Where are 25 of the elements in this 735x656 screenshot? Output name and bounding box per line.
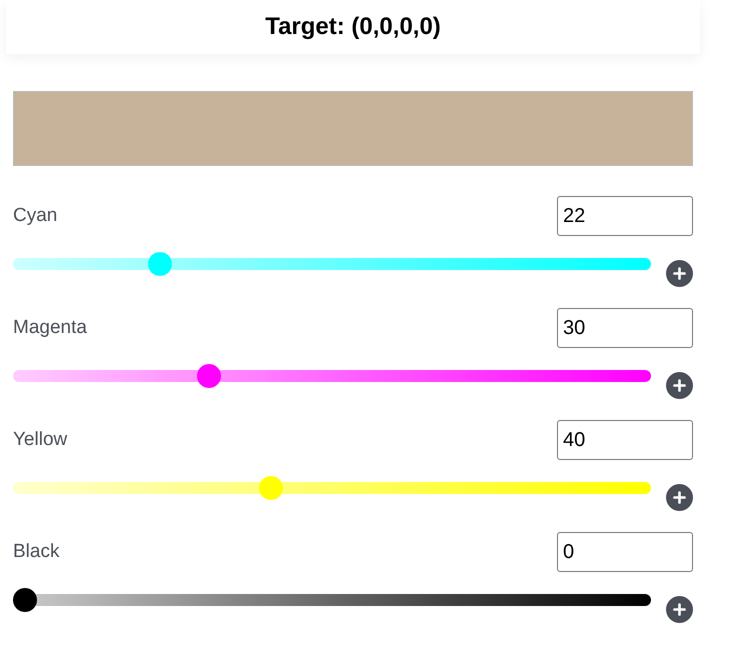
plus-icon bbox=[673, 603, 686, 616]
add-button[interactable] bbox=[666, 260, 693, 287]
plus-icon bbox=[673, 267, 686, 280]
channel-label: Magenta bbox=[13, 316, 87, 340]
plus-icon bbox=[673, 491, 686, 504]
value-field[interactable]: 40 bbox=[557, 420, 693, 460]
channel-label: Yellow bbox=[13, 428, 68, 452]
slider-thumb[interactable] bbox=[148, 252, 172, 276]
value-field[interactable]: 30 bbox=[557, 308, 693, 348]
slider-track[interactable] bbox=[13, 588, 651, 612]
slider-thumb[interactable] bbox=[258, 476, 283, 500]
channel-label: Cyan bbox=[13, 204, 58, 228]
add-button[interactable] bbox=[666, 484, 693, 511]
value-field[interactable]: 22 bbox=[557, 196, 693, 236]
slider-track[interactable] bbox=[13, 252, 651, 276]
target-title: Target: (0,0,0,0) bbox=[265, 12, 441, 42]
add-button[interactable] bbox=[666, 372, 693, 399]
slider-thumb[interactable] bbox=[13, 588, 37, 612]
add-button[interactable] bbox=[666, 596, 693, 623]
slider-thumb[interactable] bbox=[197, 364, 222, 388]
slider-track[interactable] bbox=[13, 476, 651, 500]
value-field[interactable]: 0 bbox=[557, 532, 693, 572]
channel-label: Black bbox=[13, 540, 60, 564]
plus-icon bbox=[673, 379, 686, 392]
slider-track[interactable] bbox=[13, 364, 651, 388]
